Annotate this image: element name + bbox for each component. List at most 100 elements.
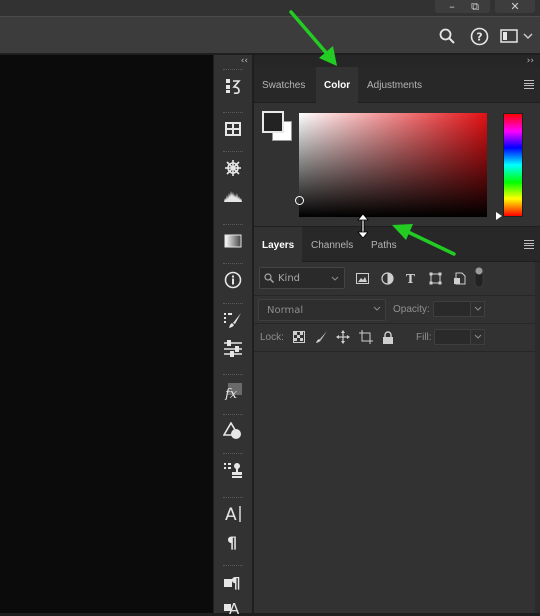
paragraph-styles-icon: ¶ — [224, 574, 241, 591]
filter-smart-object-button[interactable] — [451, 270, 467, 286]
lock-image-pixels-button[interactable] — [313, 329, 329, 345]
character-styles-icon: A — [224, 600, 240, 614]
tab-color[interactable]: Color — [316, 67, 359, 103]
right-panel-dock: ›› Swatches Color Adjustments Layers Cha… — [254, 55, 540, 613]
move-icon — [336, 330, 350, 344]
title-bar: – ⧉ ✕ — [0, 0, 540, 16]
gradients-panel-button[interactable] — [214, 227, 252, 255]
smart-object-icon — [453, 272, 465, 284]
toggle-icon — [474, 266, 484, 288]
strip-group-type-styles: ¶ A — [214, 565, 252, 616]
styles-fx-icon: fx — [224, 383, 242, 400]
image-icon — [355, 272, 369, 284]
artboards-panel-button[interactable] — [214, 115, 252, 143]
layer-filter-kind-label: Kind — [278, 272, 301, 284]
tab-paths[interactable]: Paths — [363, 227, 405, 263]
color-panel — [254, 103, 540, 238]
chevron-down-icon — [523, 33, 533, 39]
layer-filter-kind[interactable]: Kind — [259, 267, 345, 289]
search-icon — [439, 28, 455, 44]
chevron-down-icon — [474, 334, 481, 339]
lock-all-button[interactable] — [380, 329, 396, 345]
restore-button[interactable]: ⧉ — [460, 0, 490, 13]
help-button[interactable]: ? — [468, 25, 490, 47]
blend-mode-row: Normal Opacity: — [254, 296, 540, 324]
layers-panel-tabs: Layers Channels Paths — [254, 226, 540, 263]
brush-settings-panel-button[interactable] — [214, 306, 252, 334]
layers-panel-menu-icon[interactable] — [524, 240, 534, 249]
panel-icon-strip: ‹‹ fx A ¶ ¶ A — [213, 55, 253, 616]
svg-text:¶: ¶ — [227, 533, 237, 551]
color-panel-menu-icon[interactable] — [524, 80, 534, 89]
workspace-dropdown[interactable] — [520, 25, 536, 47]
search-button[interactable] — [436, 25, 458, 47]
collapse-dock-button[interactable]: ›› — [254, 55, 540, 67]
layers-list[interactable] — [254, 352, 535, 613]
close-icon: ✕ — [510, 0, 520, 13]
brush-settings-icon — [224, 313, 241, 328]
character-panel-button[interactable]: A — [214, 500, 252, 528]
opacity-label: Opacity: — [393, 304, 430, 315]
paragraph-styles-panel-button[interactable]: ¶ — [214, 568, 252, 596]
artboard-icon — [225, 122, 241, 136]
artboard-lock-icon — [359, 330, 373, 344]
strip-group-styles: fx — [214, 374, 252, 405]
search-icon — [264, 273, 274, 283]
lock-transparent-pixels-button[interactable] — [291, 329, 307, 345]
strip-group-history — [214, 69, 252, 100]
chevron-down-icon — [373, 306, 381, 311]
color-field[interactable] — [295, 113, 487, 217]
opacity-input[interactable] — [433, 301, 471, 317]
character-icon: A — [225, 505, 241, 524]
tab-adjustments[interactable]: Adjustments — [359, 67, 430, 103]
color-picker-handle[interactable] — [295, 196, 304, 205]
svg-text:¶: ¶ — [231, 574, 241, 591]
svg-text:T: T — [406, 272, 415, 285]
paragraph-panel-button[interactable]: ¶ — [214, 528, 252, 556]
workspace-button[interactable] — [498, 25, 520, 47]
filter-shape-layers-button[interactable] — [427, 270, 443, 286]
navigator-panel-button[interactable] — [214, 154, 252, 182]
history-panel-button[interactable] — [214, 72, 252, 100]
collapse-strip-button[interactable]: ‹‹ — [214, 55, 252, 67]
hue-slider[interactable] — [503, 113, 523, 217]
svg-text:?: ? — [476, 30, 482, 43]
navigator-icon — [225, 160, 241, 176]
fill-input[interactable] — [434, 329, 471, 345]
histogram-panel-button[interactable] — [214, 182, 252, 210]
svg-text:A: A — [225, 505, 237, 524]
workspace-icon — [500, 29, 518, 43]
options-bar: ? — [0, 16, 540, 54]
lock-artboard-button[interactable] — [358, 329, 374, 345]
filter-pixel-layers-button[interactable] — [354, 270, 370, 286]
hue-slider-handle[interactable] — [496, 212, 502, 220]
tab-channels[interactable]: Channels — [303, 227, 361, 263]
opacity-dropdown[interactable] — [471, 301, 485, 317]
filter-type-layers-button[interactable]: T — [403, 270, 419, 286]
lock-position-button[interactable] — [335, 329, 351, 345]
adjustments-sliders-icon — [224, 340, 242, 357]
character-styles-panel-button[interactable]: A — [214, 596, 252, 616]
info-panel-button[interactable] — [214, 266, 252, 294]
help-icon: ? — [470, 27, 488, 45]
foreground-color-swatch[interactable] — [262, 111, 284, 133]
fill-dropdown[interactable] — [471, 329, 485, 345]
shapes-panel-button[interactable] — [214, 417, 252, 445]
tab-swatches[interactable]: Swatches — [254, 67, 313, 103]
brush-icon — [316, 331, 327, 343]
clone-source-panel-button[interactable] — [214, 456, 252, 484]
blend-mode-value: Normal — [267, 304, 304, 316]
blend-mode-select[interactable]: Normal — [258, 299, 386, 321]
filter-adjustment-layers-button[interactable] — [379, 270, 395, 286]
strip-group-type: A ¶ — [214, 497, 252, 556]
filter-toggle-switch[interactable] — [473, 265, 485, 289]
restore-icon: ⧉ — [471, 0, 479, 13]
document-canvas[interactable] — [0, 55, 213, 613]
adjustments-panel-button[interactable] — [214, 334, 252, 362]
tab-layers[interactable]: Layers — [254, 227, 303, 263]
close-button[interactable]: ✕ — [495, 0, 535, 13]
layers-scrollbar[interactable] — [535, 262, 540, 613]
histogram-icon — [224, 191, 242, 202]
styles-panel-button[interactable]: fx — [214, 377, 252, 405]
strip-group-navigator — [214, 151, 252, 210]
